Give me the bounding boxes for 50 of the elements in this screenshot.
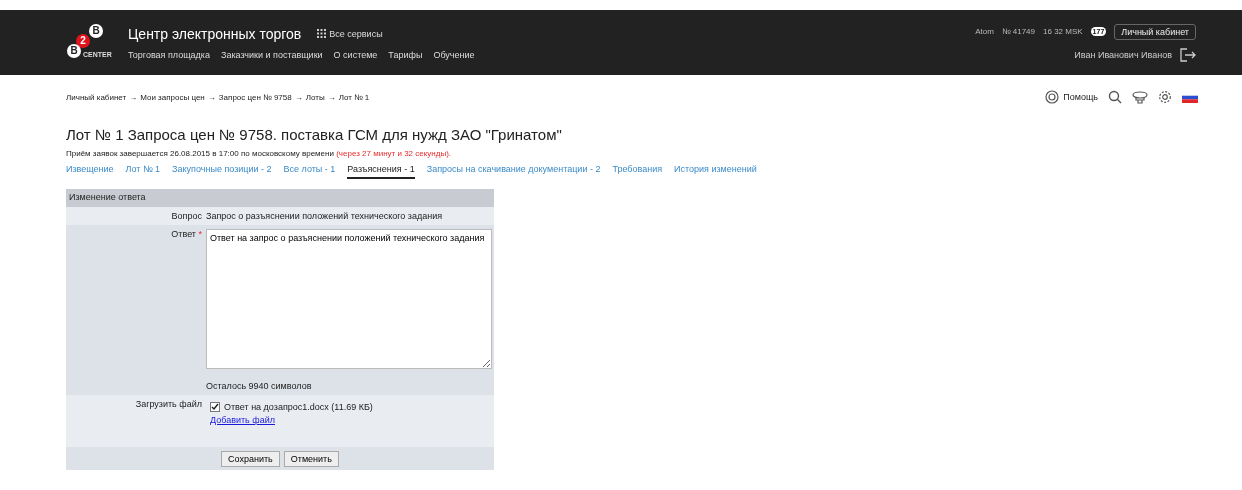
file-checkbox[interactable]: [210, 402, 220, 412]
tab[interactable]: Все лоты - 1: [283, 164, 336, 179]
nav-link[interactable]: Торговая площадка: [128, 49, 210, 60]
form-title: Изменение ответа: [66, 189, 494, 207]
tab[interactable]: Лот № 1: [125, 164, 161, 179]
deadline-text: Приём заявок завершается 26.08.2015 в 17:00 по московскому времени (через 27 минут и 32 секунды).: [66, 149, 453, 158]
breadcrumb-link[interactable]: Лоты: [305, 92, 325, 102]
file-name: Ответ на дозапрос1.docx (11.69 КБ): [224, 402, 373, 412]
hat-icon[interactable]: [1132, 90, 1148, 104]
tab[interactable]: Разъяснения - 1: [347, 164, 415, 179]
tab[interactable]: Извещение: [66, 164, 114, 179]
breadcrumb-separator: →: [207, 92, 216, 102]
search-icon[interactable]: [1108, 90, 1122, 104]
field-label: Вопрос: [171, 211, 202, 221]
answer-field[interactable]: Ответ на запрос о разъяснении положений технического задания: [206, 229, 492, 369]
tab[interactable]: Требования: [612, 164, 663, 179]
breadcrumb-link[interactable]: Мои запросы цен: [140, 92, 205, 102]
page-title: Лот № 1 Запроса цен № 9758. поставка ГСМ для нужд ЗАО "Гринатом": [66, 126, 563, 143]
help-link[interactable]: Помощь: [1063, 92, 1098, 102]
account-button[interactable]: Личный кабинет: [1114, 23, 1196, 40]
nav-link[interactable]: Заказчики и поставщики: [221, 49, 323, 60]
breadcrumb-link[interactable]: Лот № 1: [338, 92, 370, 102]
form-button[interactable]: Отменить: [283, 451, 339, 467]
tab[interactable]: История изменений: [674, 164, 757, 179]
nav-link[interactable]: О системе: [333, 49, 378, 60]
add-file-link[interactable]: Добавить файл: [210, 415, 275, 425]
form-button[interactable]: Сохранить: [221, 451, 280, 467]
tab[interactable]: Запросы на скачивание документации - 2: [426, 164, 601, 179]
user-name[interactable]: Иван Иванович Иванов: [1074, 49, 1172, 60]
tab[interactable]: Закупочные позиции - 2: [172, 164, 272, 179]
status-text: 16 32 MSK: [1043, 27, 1083, 36]
breadcrumb-link[interactable]: Личный кабинет: [66, 92, 127, 102]
field-label: Загрузить файл: [135, 399, 202, 409]
breadcrumb-link[interactable]: Запрос цен № 9758: [218, 92, 292, 102]
chars-left-text: Осталось 9940 символов: [206, 381, 313, 391]
field-label: Ответ *: [171, 229, 202, 239]
nav-link[interactable]: Тарифы: [388, 49, 423, 60]
question-text: Запрос о разъяснении положений технического задания: [206, 211, 443, 221]
nav-link[interactable]: Обучение: [433, 49, 475, 60]
settings-icon[interactable]: [1158, 90, 1172, 104]
breadcrumb-separator: →: [129, 92, 138, 102]
grid-icon: [317, 29, 327, 38]
all-services-link[interactable]: Все сервисы: [317, 28, 383, 39]
status-text: № 41749: [1001, 27, 1035, 36]
lifebuoy-icon[interactable]: [1045, 90, 1060, 104]
status-text: Atom: [975, 27, 994, 36]
logout-icon[interactable]: [1180, 47, 1196, 62]
site-title: Центр электронных торгов: [128, 25, 302, 42]
breadcrumb-separator: →: [294, 92, 303, 102]
breadcrumb-separator: →: [327, 92, 336, 102]
